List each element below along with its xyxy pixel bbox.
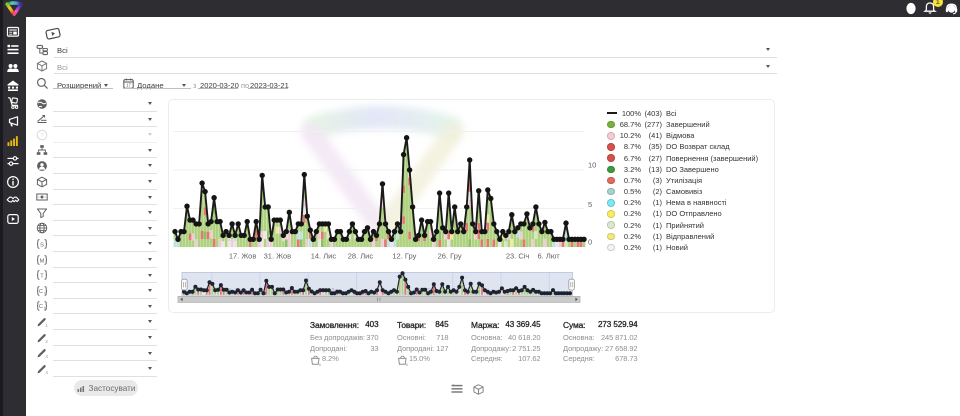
svg-text:x: x bbox=[406, 361, 408, 365]
svg-text:23. Січ: 23. Січ bbox=[506, 252, 530, 261]
svg-text:b: b bbox=[44, 307, 46, 311]
svg-text:10: 10 bbox=[588, 160, 596, 169]
svg-text:5: 5 bbox=[588, 200, 592, 209]
svg-text:28. Лис: 28. Лис bbox=[348, 252, 374, 261]
svg-text:12. Гру: 12. Гру bbox=[392, 252, 416, 261]
svg-text:2: 2 bbox=[45, 339, 48, 344]
svg-text:6. Лют: 6. Лют bbox=[538, 252, 561, 261]
svg-text:26. Гру: 26. Гру bbox=[438, 252, 462, 261]
svg-text:S: S bbox=[40, 242, 44, 248]
svg-text:3: 3 bbox=[45, 354, 48, 359]
svg-text:17. Жов: 17. Жов bbox=[229, 252, 257, 261]
svg-text:t: t bbox=[45, 291, 46, 295]
svg-text:T: T bbox=[40, 273, 44, 279]
svg-text:x: x bbox=[319, 361, 321, 365]
svg-text:M: M bbox=[40, 258, 45, 264]
svg-text:0: 0 bbox=[588, 237, 592, 246]
svg-text:?: ? bbox=[40, 133, 44, 139]
svg-text:14. Лис: 14. Лис bbox=[311, 252, 337, 261]
svg-text:C: C bbox=[39, 304, 43, 310]
svg-text:17: 17 bbox=[126, 83, 131, 88]
svg-text:31. Жов: 31. Жов bbox=[264, 252, 292, 261]
svg-text:C: C bbox=[39, 289, 43, 295]
svg-text:1: 1 bbox=[45, 323, 48, 328]
svg-text:4: 4 bbox=[45, 370, 48, 375]
